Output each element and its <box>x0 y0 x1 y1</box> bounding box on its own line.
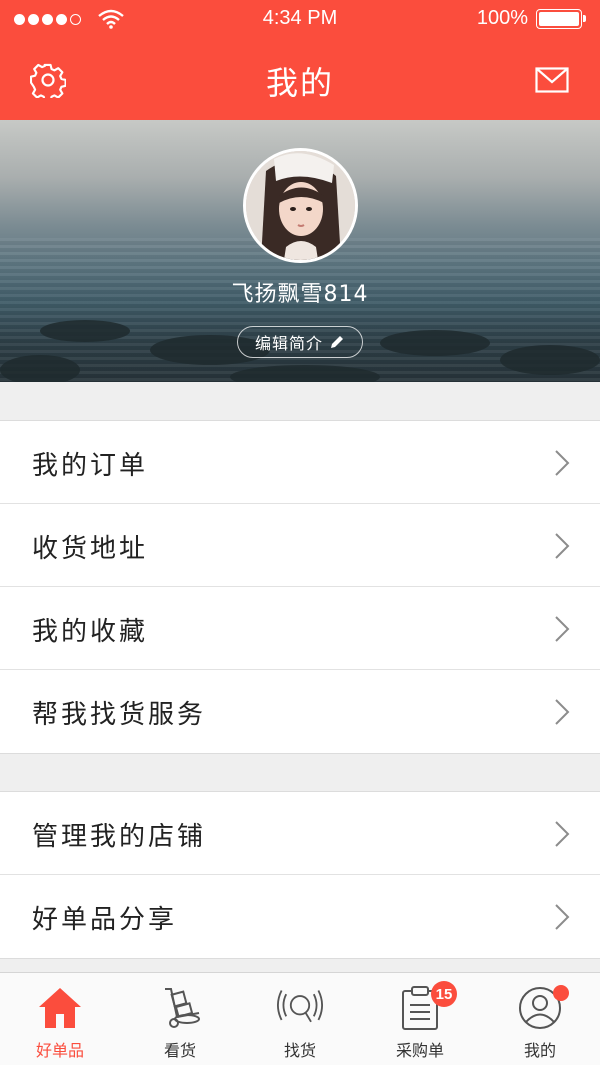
menu-group-account: 我的订单 收货地址 我的收藏 帮我找货服务 <box>0 420 600 754</box>
tab-purchase-list[interactable]: 15 采购单 <box>360 973 480 1065</box>
menu-item-sourcing-service[interactable]: 帮我找货服务 <box>0 670 600 753</box>
battery-percent: 100% <box>476 7 528 29</box>
profile-header: 飞扬飘雪814 编辑简介 <box>0 120 600 382</box>
tab-label: 采购单 <box>395 1041 444 1060</box>
messages-button[interactable] <box>532 60 572 100</box>
menu-item-label: 收货地址 <box>32 534 149 564</box>
tab-label: 看货 <box>163 1041 196 1060</box>
chevron-right-icon <box>555 699 570 725</box>
edit-profile-button[interactable]: 编辑简介 <box>237 326 363 358</box>
status-bar: 4:34 PM 100% <box>0 0 600 38</box>
nav-bar: 我的 <box>0 38 600 120</box>
home-icon <box>37 985 83 1031</box>
menu-item-label: 帮我找货服务 <box>32 700 207 730</box>
chevron-right-icon <box>555 904 570 930</box>
menu-item-label: 我的收藏 <box>32 617 149 647</box>
tab-search[interactable]: 找货 <box>240 973 360 1065</box>
menu-item-label: 我的订单 <box>32 451 149 481</box>
tab-label: 找货 <box>283 1041 316 1060</box>
mail-icon <box>535 67 569 93</box>
pencil-icon <box>331 336 343 348</box>
tab-bar: 好单品 看货 找货 15 采购单 我的 <box>0 972 600 1065</box>
chevron-right-icon <box>555 533 570 559</box>
battery-icon <box>536 8 586 29</box>
battery-fill <box>539 11 579 26</box>
tab-label: 我的 <box>523 1041 556 1060</box>
purchase-count-badge: 15 <box>431 981 457 1007</box>
menu-item-label: 管理我的店铺 <box>32 822 207 852</box>
chevron-right-icon <box>555 616 570 642</box>
tab-label: 好单品 <box>35 1041 84 1060</box>
chevron-right-icon <box>555 821 570 847</box>
tab-me[interactable]: 我的 <box>480 973 600 1065</box>
edit-profile-label: 编辑简介 <box>254 334 323 353</box>
clipboard-icon: 15 <box>397 981 457 1031</box>
battery-status: 100% <box>476 7 586 30</box>
page-title: 我的 <box>265 64 334 102</box>
avatar[interactable] <box>243 148 358 263</box>
user-name: 飞扬飘雪814 <box>231 282 369 307</box>
menu-item-manage-store[interactable]: 管理我的店铺 <box>0 792 600 875</box>
menu-item-favorites[interactable]: 我的收藏 <box>0 587 600 670</box>
avatar-photo <box>246 151 355 260</box>
menu-item-label: 好单品分享 <box>32 905 178 935</box>
hand-truck-icon <box>157 985 203 1031</box>
menu-item-share[interactable]: 好单品分享 <box>0 875 600 958</box>
menu-group-store: 管理我的店铺 好单品分享 <box>0 791 600 959</box>
notification-dot <box>553 985 569 1001</box>
menu-item-my-orders[interactable]: 我的订单 <box>0 421 600 504</box>
menu-item-shipping-address[interactable]: 收货地址 <box>0 504 600 587</box>
radar-search-icon <box>277 985 323 1031</box>
tab-browse[interactable]: 看货 <box>120 973 240 1065</box>
chevron-right-icon <box>555 450 570 476</box>
user-icon <box>517 985 569 1031</box>
tab-featured[interactable]: 好单品 <box>0 973 120 1065</box>
